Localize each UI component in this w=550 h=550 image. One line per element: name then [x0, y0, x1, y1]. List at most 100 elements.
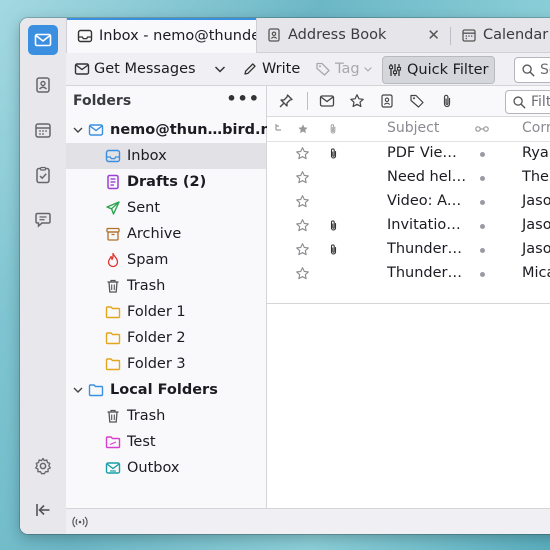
folder-folder-2[interactable]: Folder 2 — [66, 325, 266, 351]
folder-outbox[interactable]: Outbox — [66, 455, 266, 481]
read-status-dot[interactable] — [480, 272, 485, 277]
message-row[interactable]: PDF Viewer Ryan — [267, 142, 550, 166]
message-row[interactable]: Need help… The — [267, 166, 550, 190]
get-messages-button[interactable]: Get Messages — [74, 56, 196, 82]
star-icon[interactable] — [295, 170, 310, 185]
folder-label: Folder 3 — [127, 356, 186, 372]
quick-filter-label: Quick Filter — [407, 62, 489, 78]
thread-column-header: Subject Corr — [267, 117, 550, 142]
more-options-icon[interactable]: ••• — [226, 89, 260, 108]
pin-icon — [279, 94, 293, 108]
message-row[interactable]: Thunderb… Jaso — [267, 238, 550, 262]
filter-tags-button[interactable] — [408, 92, 426, 110]
chevron-down-icon — [363, 67, 372, 72]
message-subject: Invitation… — [387, 217, 467, 233]
status-bar — [66, 508, 550, 534]
account-local-folders[interactable]: Local Folders — [66, 377, 266, 403]
address-book-icon — [268, 28, 280, 42]
thread-pane: Filter t Subject Corr PDF Viewer Ryan Need… — [267, 86, 550, 508]
folder-local-trash[interactable]: Trash — [66, 403, 266, 429]
unread-mail-icon — [319, 95, 335, 107]
global-search-input[interactable]: Search — [514, 57, 550, 83]
settings-space-button[interactable] — [28, 451, 58, 481]
archive-icon — [106, 227, 120, 241]
close-icon[interactable]: ✕ — [427, 26, 440, 44]
message-correspondent: Jaso — [522, 193, 550, 209]
filter-unread-button[interactable] — [318, 92, 336, 110]
tag-button[interactable]: Tag — [315, 56, 374, 82]
write-button[interactable]: Write — [242, 56, 300, 82]
quick-filter-input[interactable]: Filter t — [505, 90, 550, 114]
calendar-space-button[interactable] — [28, 115, 58, 145]
tab-address-book[interactable]: Address Book ✕ — [256, 18, 450, 52]
star-icon[interactable] — [295, 242, 310, 257]
folder-folder-3[interactable]: Folder 3 — [66, 351, 266, 377]
folder-trash[interactable]: Trash — [66, 273, 266, 299]
write-label: Write — [262, 61, 301, 77]
chevron-down-icon — [73, 387, 83, 393]
correspondent-column-label[interactable]: Corr — [522, 120, 550, 136]
starred-column-icon[interactable] — [297, 123, 309, 135]
filter-contact-button[interactable] — [378, 92, 396, 110]
star-icon[interactable] — [295, 266, 310, 281]
folder-spam[interactable]: Spam — [66, 247, 266, 273]
sticky-filter-button[interactable] — [277, 92, 295, 110]
tab-inbox[interactable]: Inbox - nemo@thunderbird.net — [66, 18, 257, 53]
message-correspondent: Jaso — [522, 241, 550, 257]
tab-inbox-label: Inbox - nemo@thunderbird.net — [99, 27, 256, 44]
pencil-icon — [244, 63, 256, 75]
folder-label: Outbox — [127, 460, 180, 476]
mail-space-button[interactable] — [28, 25, 58, 55]
read-status-dot[interactable] — [480, 176, 485, 181]
thread-list-end-divider — [267, 303, 550, 304]
collapse-icon — [36, 504, 50, 516]
star-icon[interactable] — [295, 194, 310, 209]
star-icon[interactable] — [295, 218, 310, 233]
folder-folder-1[interactable]: Folder 1 — [66, 299, 266, 325]
address-book-space-button[interactable] — [28, 70, 58, 100]
quick-filter-separator — [307, 92, 308, 110]
tasks-space-button[interactable] — [28, 160, 58, 190]
tab-calendar[interactable]: Calendar — [451, 18, 550, 52]
message-subject: PDF Viewer — [387, 145, 467, 161]
message-row[interactable]: Invitation… Jaso — [267, 214, 550, 238]
folder-sent[interactable]: Sent — [66, 195, 266, 221]
thread-column-icon[interactable] — [275, 123, 283, 135]
folder-drafts[interactable]: Drafts (2) — [66, 169, 266, 195]
folder-label: Trash — [127, 278, 166, 294]
folder-archive[interactable]: Archive — [66, 221, 266, 247]
get-messages-dropdown[interactable] — [211, 56, 229, 82]
message-correspondent: Jaso — [522, 217, 550, 233]
account-nemo[interactable]: nemo@thun…bird.net — [66, 117, 288, 143]
read-status-dot[interactable] — [480, 224, 485, 229]
quick-filter-button[interactable]: Quick Filter — [382, 56, 495, 84]
folder-label: Folder 1 — [127, 304, 186, 320]
filter-attachment-button[interactable] — [438, 92, 456, 110]
local-folders-icon — [88, 384, 104, 397]
tasks-icon — [36, 166, 50, 184]
read-status-dot[interactable] — [480, 152, 485, 157]
tab-calendar-label: Calendar — [483, 27, 549, 43]
trash-icon — [107, 279, 119, 293]
read-status-dot[interactable] — [480, 248, 485, 253]
trash-icon — [107, 409, 119, 423]
online-status-icon[interactable] — [72, 515, 88, 529]
collapse-spaces-button[interactable] — [28, 495, 58, 525]
star-icon[interactable] — [295, 146, 310, 161]
message-row[interactable]: Video: Ad… Jaso — [267, 190, 550, 214]
filter-starred-button[interactable] — [348, 92, 366, 110]
read-status-dot[interactable] — [480, 200, 485, 205]
tag-icon — [410, 94, 424, 108]
folder-test[interactable]: Test — [66, 429, 266, 455]
message-row[interactable]: Thunderb… Mica — [267, 262, 550, 286]
chat-space-button[interactable] — [28, 205, 58, 235]
subject-column-label[interactable]: Subject — [387, 120, 439, 136]
message-subject: Video: Ad… — [387, 193, 467, 209]
folder-icon — [105, 358, 121, 371]
read-status-column-icon[interactable] — [475, 125, 489, 133]
folder-inbox[interactable]: Inbox — [66, 143, 266, 169]
tab-bar: Inbox - nemo@thunderbird.net Address Boo… — [66, 18, 550, 53]
folder-label: Inbox — [127, 148, 167, 164]
attachment-column-icon[interactable] — [327, 122, 339, 136]
thunderbird-window: Inbox - nemo@thunderbird.net Address Boo… — [20, 18, 550, 534]
